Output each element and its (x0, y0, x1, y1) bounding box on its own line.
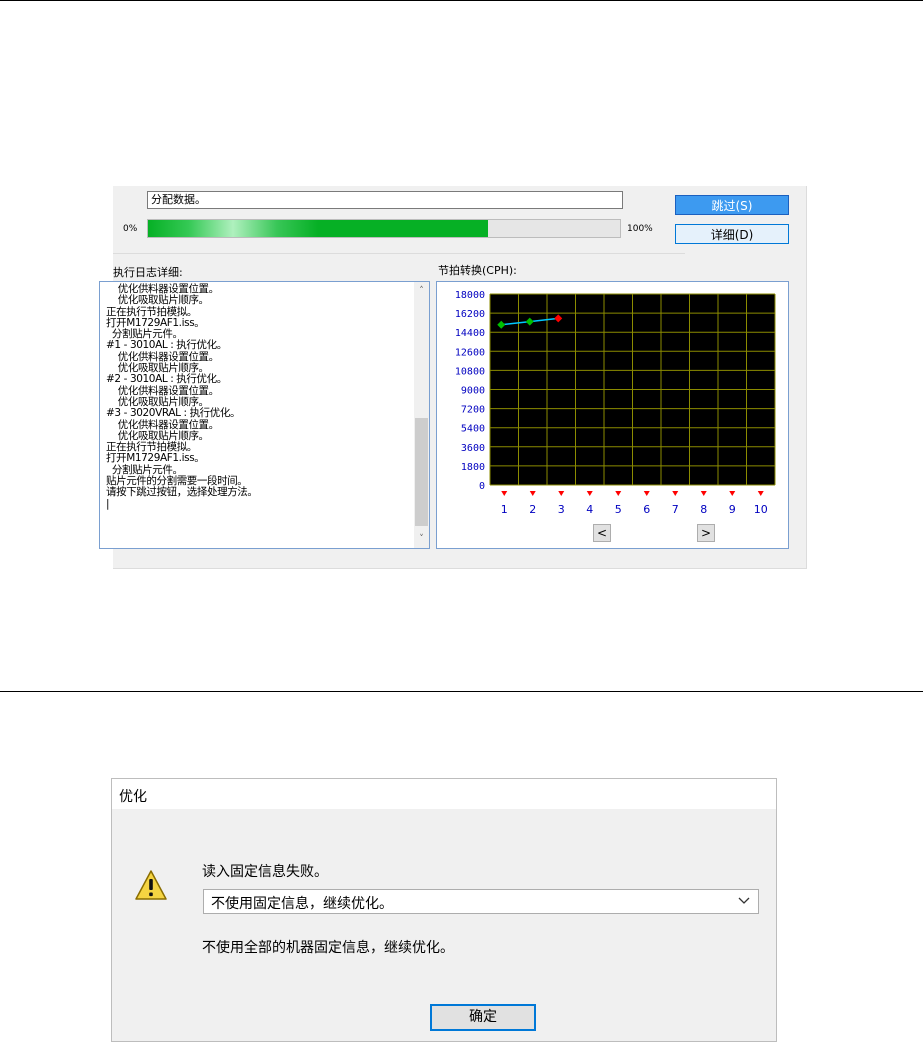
x-tick-label: 8 (700, 503, 707, 516)
select-value: 不使用固定信息，继续优化。 (211, 896, 393, 912)
scroll-down-icon[interactable]: ˅ (414, 532, 429, 546)
detail-button[interactable]: 详细(D) (675, 224, 789, 244)
dialog-message: 读入固定信息失败。 (202, 864, 328, 880)
log-line: | (106, 497, 110, 510)
x-marker (529, 491, 536, 496)
log-textbox[interactable]: 优化供料器设置位置。 优化吸取贴片顺序。 正在执行节拍模拟。 打开M1729AF1.… (99, 281, 430, 549)
log-line: #2 - 3010AL : 执行优化。 (106, 373, 227, 386)
log-scrollbar[interactable]: ˄ ˅ (414, 282, 429, 548)
y-tick-label: 0 (479, 481, 485, 492)
group-separator (113, 253, 685, 254)
tact-label: 节拍转换(CPH): (438, 264, 517, 277)
x-tick-label: 3 (558, 503, 565, 516)
y-tick-label: 9000 (461, 386, 485, 397)
y-tick-label: 12600 (455, 347, 485, 358)
y-tick-label: 3600 (461, 443, 485, 454)
x-marker (501, 491, 508, 496)
ok-button[interactable]: 确定 (430, 1004, 536, 1031)
x-tick-label: 7 (672, 503, 679, 516)
x-marker (700, 491, 707, 496)
optimization-progress-panel: 分配数据。 0% 100% 跳过(S) 详细(D) 执行日志详细: 节拍转换(C… (99, 186, 807, 569)
chevron-down-icon[interactable] (738, 897, 750, 905)
x-tick-label: 5 (615, 503, 622, 516)
top-divider (0, 0, 923, 1)
x-tick-label: 9 (729, 503, 736, 516)
skip-button-label: 跳过(S) (711, 199, 753, 213)
x-marker (672, 491, 679, 496)
skip-button[interactable]: 跳过(S) (675, 195, 789, 215)
x-tick-label: 1 (501, 503, 508, 516)
progress-min-label: 0% (123, 224, 138, 234)
x-marker (615, 491, 622, 496)
y-tick-label: 18000 (455, 290, 485, 301)
warning-icon (135, 870, 167, 900)
x-tick-label: 4 (586, 503, 593, 516)
y-tick-label: 1800 (461, 462, 485, 473)
optimization-dialog: 优化 读入固定信息失败。 不使用固定信息，继续优化。 不使用全部的机器固定信息，… (111, 778, 777, 1042)
scroll-up-icon[interactable]: ˄ (414, 284, 429, 298)
chart-prev-button[interactable]: < (593, 524, 611, 542)
y-tick-label: 10800 (455, 366, 485, 377)
tact-chart: 0 1800 3600 5400 7200 9000 10800 12600 14400 1620… (455, 290, 776, 516)
x-marker (586, 491, 593, 496)
log-line: #3 - 3020VRAL : 执行优化。 (106, 407, 241, 420)
x-tick-label: 6 (643, 503, 650, 516)
middle-divider (0, 691, 923, 692)
chart-next-button[interactable]: > (697, 524, 715, 542)
progress-bar (147, 219, 621, 238)
progress-max-label: 100% (627, 224, 653, 234)
y-tick-label: 5400 (461, 424, 485, 435)
tact-chart-box: 0 1800 3600 5400 7200 9000 10800 12600 14400 1620… (436, 281, 789, 549)
dialog-title: 优化 (119, 789, 147, 805)
status-field: 分配数据。 (147, 191, 623, 209)
fixed-info-option-select[interactable]: 不使用固定信息，继续优化。 (203, 889, 759, 914)
x-marker (729, 491, 736, 496)
y-tick-label: 14400 (455, 328, 485, 339)
y-tick-label: 16200 (455, 309, 485, 320)
scroll-thumb[interactable] (415, 418, 428, 526)
x-tick-label: 10 (754, 503, 768, 516)
dialog-description: 不使用全部的机器固定信息，继续优化。 (202, 940, 454, 956)
x-tick-label: 2 (529, 503, 536, 516)
progress-bar-fill (148, 220, 488, 237)
x-marker (558, 491, 565, 496)
log-line: 请按下跳过按钮，选择处理方法。 (106, 486, 258, 499)
dialog-titlebar[interactable]: 优化 (112, 779, 776, 809)
log-line: 优化吸取贴片顺序。 (106, 294, 209, 307)
log-label: 执行日志详细: (113, 266, 183, 279)
detail-button-label: 详细(D) (710, 228, 754, 242)
log-lines: 优化供料器设置位置。 优化吸取贴片顺序。 正在执行节拍模拟。 打开M1729AF1.… (106, 283, 406, 510)
y-tick-label: 7200 (461, 405, 485, 416)
x-marker (757, 491, 764, 496)
x-marker (643, 491, 650, 496)
